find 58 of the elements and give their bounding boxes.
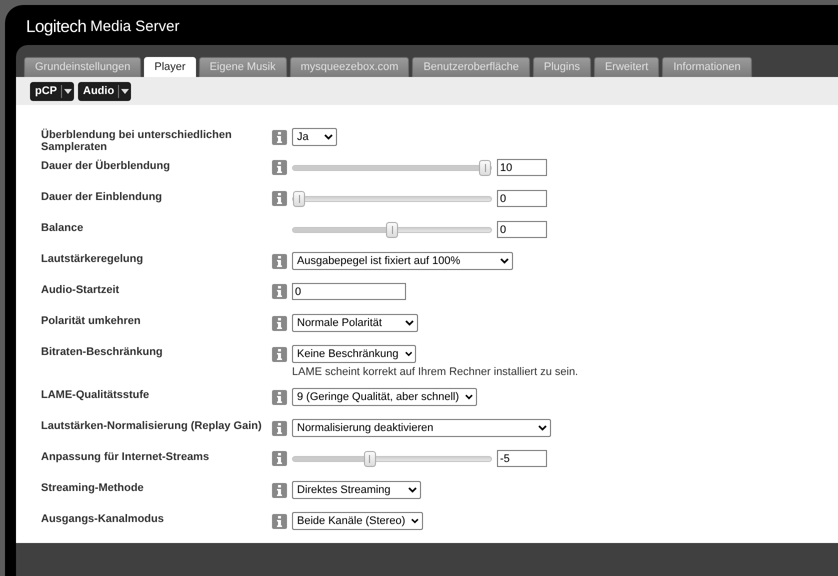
chevron-down-icon [324, 134, 333, 140]
dropdown[interactable]: Normalisierung deaktivieren [292, 419, 551, 437]
status-note: LAME scheint korrekt auf Ihrem Rechner installiert zu sein. [292, 365, 578, 380]
setting-label: Dauer der Einblendung [41, 190, 164, 203]
dropdown[interactable]: Normale Polarität [292, 314, 418, 332]
info-icon[interactable] [272, 482, 287, 498]
dropdown[interactable]: Beide Kanäle (Stereo) [292, 512, 423, 530]
value-field[interactable]: 0 [497, 190, 547, 207]
setting-label: Ausgangs-Kanalmodus [41, 512, 165, 525]
dropdown[interactable]: Ausgabepegel ist fixiert auf 100% [292, 252, 513, 270]
info-icon[interactable] [272, 254, 287, 268]
caret-icon [64, 88, 72, 94]
slider-handle[interactable] [293, 190, 305, 206]
window-title: Media Server [90, 16, 180, 37]
value-field[interactable]: 0 [497, 221, 547, 238]
chevron-down-icon [500, 258, 509, 264]
info-icon[interactable] [272, 191, 287, 206]
value-field[interactable]: -5 [497, 450, 547, 467]
setting-label: Polarität umkehren [41, 314, 142, 327]
chevron-down-icon [408, 487, 417, 493]
menu-button[interactable]: pCP [30, 82, 74, 100]
setting-label: Bitraten-Beschränkung [41, 345, 164, 358]
setting-label: Audio-Startzeit [41, 283, 120, 296]
chevron-down-icon [405, 320, 414, 326]
slider-handle[interactable] [386, 222, 398, 238]
chevron-down-icon [411, 518, 419, 524]
setting-label: Lautstärken-Normalisierung (Replay Gain) [41, 419, 263, 432]
info-icon[interactable] [272, 451, 287, 466]
info-icon[interactable] [272, 130, 287, 144]
menu-button[interactable]: Audio [78, 82, 132, 100]
caret-icon [121, 88, 130, 94]
logo-text: Logitech [26, 16, 86, 38]
slider-handle[interactable] [479, 160, 491, 176]
info-icon[interactable] [272, 514, 287, 528]
setting-label: Überblendung bei unterschiedlichen Sampleraten [41, 128, 233, 153]
info-icon[interactable] [272, 420, 287, 436]
info-icon[interactable] [272, 316, 287, 330]
setting-label: Balance [41, 221, 84, 234]
info-icon[interactable] [272, 346, 287, 362]
info-icon[interactable] [272, 160, 287, 175]
setting-label: Lautstärkeregelung [41, 252, 144, 265]
dropdown[interactable]: Direktes Streaming [292, 481, 421, 499]
text-field[interactable]: 0 [292, 283, 406, 300]
value-field[interactable]: 10 [497, 159, 547, 176]
tab[interactable]: Player [144, 57, 196, 77]
dropdown[interactable]: Keine Beschränkung [292, 345, 416, 363]
setting-label: Streaming-Methode [41, 481, 145, 494]
setting-label: Dauer der Überblendung [41, 159, 171, 172]
chevron-down-icon [538, 425, 547, 431]
info-icon[interactable] [272, 390, 287, 404]
setting-label: Anpassung für Internet-Streams [41, 450, 210, 463]
setting-label: LAME-Qualitätsstufe [41, 388, 150, 401]
chevron-down-icon [404, 351, 412, 357]
dropdown[interactable]: 9 (Geringe Qualität, aber schnell) [292, 388, 477, 406]
dropdown[interactable]: Ja [292, 128, 337, 146]
info-icon[interactable] [272, 284, 287, 299]
slider-handle[interactable] [364, 450, 376, 466]
chevron-down-icon [465, 394, 473, 400]
